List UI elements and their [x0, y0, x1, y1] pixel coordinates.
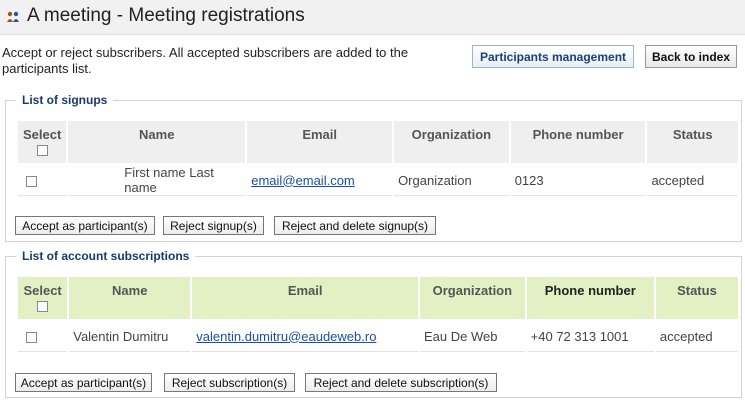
- row-checkbox[interactable]: [26, 175, 37, 187]
- table-row: First name Last name email@email.com Org…: [18, 165, 738, 196]
- reject-signups-button[interactable]: Reject signup(s): [163, 216, 264, 235]
- page-title: A meeting - Meeting registrations: [27, 5, 305, 26]
- row-email-link[interactable]: valentin.dumitru@eaudeweb.ro: [196, 329, 376, 344]
- column-header-name: Name: [68, 121, 246, 163]
- accept-subscriptions-button[interactable]: Accept as participant(s): [15, 373, 152, 392]
- row-checkbox[interactable]: [26, 331, 37, 343]
- column-header-email: Email: [192, 277, 419, 319]
- row-status: accepted: [647, 165, 738, 196]
- column-header-select: Select: [18, 277, 68, 319]
- accept-signups-button[interactable]: Accept as participant(s): [15, 216, 155, 235]
- table-row: Valentin Dumitru valentin.dumitru@eaudew…: [18, 321, 738, 352]
- reject-delete-subscriptions-button[interactable]: Reject and delete subscription(s): [305, 373, 497, 392]
- title-bar: A meeting - Meeting registrations: [0, 0, 745, 35]
- row-status: accepted: [655, 321, 738, 352]
- signups-table: Select Name Email Organization Phone num…: [16, 119, 740, 198]
- reject-delete-signups-button[interactable]: Reject and delete signup(s): [274, 216, 436, 235]
- column-header-status: Status: [655, 277, 738, 319]
- intro-text: Accept or reject subscribers. All accept…: [2, 45, 409, 76]
- row-name: Valentin Dumitru: [69, 321, 191, 352]
- row-name: First name Last name: [68, 165, 246, 196]
- signups-legend: List of signups: [16, 93, 114, 107]
- column-header-organization: Organization: [420, 277, 525, 319]
- row-email-link[interactable]: email@email.com: [251, 173, 355, 188]
- row-organization: Eau De Web: [420, 321, 525, 352]
- participants-management-button[interactable]: Participants management: [472, 45, 634, 68]
- row-phone: 0123: [510, 165, 646, 196]
- column-header-phone: Phone number: [510, 121, 646, 163]
- reject-subscriptions-button[interactable]: Reject subscription(s): [164, 373, 295, 392]
- column-header-name: Name: [69, 277, 191, 319]
- subscriptions-legend: List of account subscriptions: [16, 249, 196, 263]
- select-all-checkbox[interactable]: [37, 301, 49, 312]
- row-organization: Organization: [394, 165, 509, 196]
- column-header-phone: Phone number: [526, 277, 654, 319]
- subscriptions-table: Select Name Email Organization Phone num…: [16, 275, 740, 354]
- column-header-select: Select: [18, 121, 67, 163]
- people-icon: [7, 11, 19, 22]
- column-header-email: Email: [247, 121, 393, 163]
- select-all-checkbox[interactable]: [36, 145, 48, 156]
- column-header-status: Status: [647, 121, 738, 163]
- back-to-index-button[interactable]: Back to index: [645, 45, 737, 68]
- row-phone: +40 72 313 1001: [526, 321, 654, 352]
- column-header-organization: Organization: [394, 121, 509, 163]
